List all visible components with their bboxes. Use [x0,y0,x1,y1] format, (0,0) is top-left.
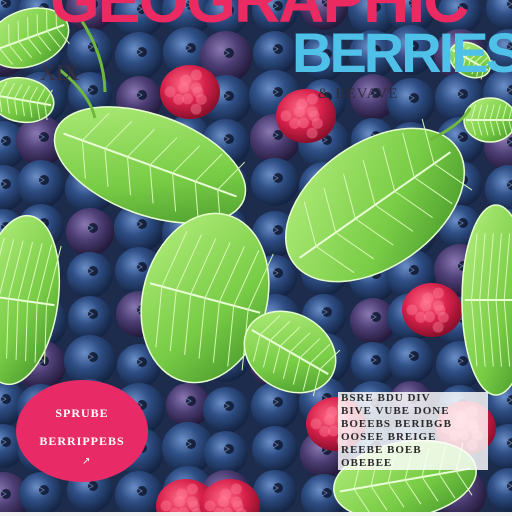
caption-line: BIVE VUBE DONE [338,405,488,418]
caption-line: BSRE BDU DIV [338,392,488,405]
raspberry [160,65,220,119]
mint-leaf [463,97,512,143]
cover-subtitle: BERRIES [292,21,512,84]
cover-caption: BSRE BDU DIV BIVE VUBE DONE BOEEBS BERIB… [338,392,488,470]
blueberry [204,431,248,475]
blueberry [388,337,434,383]
blueberry [203,387,249,433]
blueberry [166,383,210,427]
caption-line: BOEEBS BERIBGB [338,418,488,431]
caption-line: REEBE BOEB [338,444,488,457]
blueberry [252,426,298,472]
caption-line: OOSEE BREIGE [338,431,488,444]
corner-mark: XIX [40,60,80,85]
promo-badge: SPRUBE BERRIPPEBS ↗ [16,380,148,482]
magazine-cover: GEOGRAPHIC BERRIES & BEVAVE XIX SPRUBE B… [0,0,512,516]
badge-line-1: SPRUBE [55,406,109,420]
blueberry [115,32,163,80]
blueberry [17,160,65,208]
cover-tagline: & BEVAVE [318,86,399,102]
arrow-icon: ↗ [82,456,91,467]
blueberry [66,208,114,256]
blueberry [68,296,112,340]
caption-line: OBEBEE [338,457,488,470]
badge-line-2: BERRIPPEBS [39,434,125,448]
blueberry [67,252,113,298]
raspberry [402,283,462,337]
blueberry [253,31,297,75]
blueberry [251,158,299,206]
